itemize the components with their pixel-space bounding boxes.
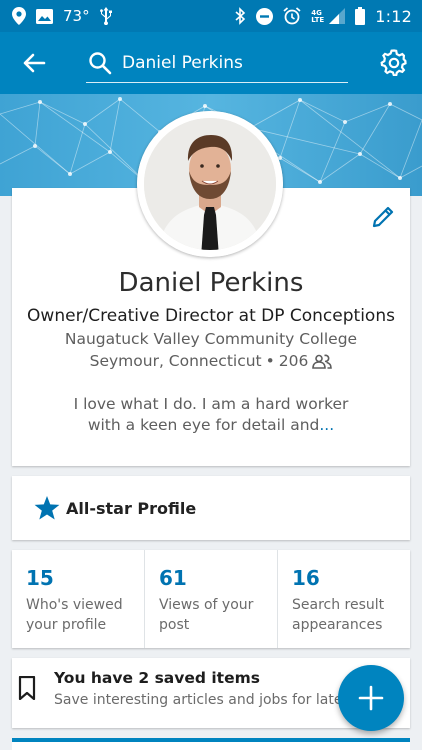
bookmark-icon [18,676,36,700]
stat-label-line: your profile [26,617,107,633]
search-input-value[interactable]: Daniel Perkins [122,53,243,73]
stat-number: 15 [26,566,54,590]
clock-text: 1:12 [375,6,412,26]
connections-icon[interactable] [312,354,333,369]
profile-name: Daniel Perkins [118,268,304,298]
stat-number: 61 [159,566,187,590]
stat-label-line: Views of your [159,597,254,613]
usb-icon [99,7,112,25]
saved-items-title: You have 2 saved items [54,669,260,687]
connections-count[interactable]: 206 [279,352,309,370]
stat-profile-views[interactable]: 15 Who's viewed your profile [12,550,144,648]
bluetooth-icon [235,7,246,25]
summary-line-2: with a keen eye for detail and [87,416,320,434]
search-icon [89,52,112,75]
summary-line-1: I love what I do. I am a hard worker [73,395,349,413]
gear-icon[interactable] [380,48,408,76]
allstar-label: All-star Profile [66,498,197,518]
stat-number: 16 [292,566,320,590]
star-icon [34,495,60,519]
stat-label-line: appearances [292,617,383,633]
separator-dot: • [265,352,275,370]
stat-label-line: Who's viewed [26,597,123,613]
stat-search-appearances[interactable]: 16 Search result appearances [277,550,410,648]
app-bar: Daniel Perkins [0,32,422,94]
network-type: 4G LTE [311,9,325,24]
profile-school: Naugatuck Valley Community College [64,330,358,348]
profile-headline: Owner/Creative Director at DP Conception… [27,306,395,326]
battery-icon [355,7,366,25]
profile-summary[interactable]: I love what I do. I am a hard worker wit… [12,394,410,436]
next-card-edge [12,738,410,750]
temperature-text: 73° [63,7,90,25]
do-not-disturb-icon [256,7,274,25]
profile-avatar[interactable] [137,111,283,257]
profile-location-row: Seymour, Connecticut • 206 [12,352,410,370]
saved-items-subtitle: Save interesting articles and jobs for l… [54,692,349,708]
stat-post-views[interactable]: 61 Views of your post [144,550,277,648]
stat-label-line: Search result [292,597,385,613]
signal-icon [329,8,346,24]
allstar-profile-card[interactable]: All-star Profile [12,476,410,540]
back-arrow-icon[interactable] [20,49,48,77]
stat-label: Who's viewed your profile [26,595,144,635]
status-bar: 73° 4G LTE 1:12 [0,0,422,32]
image-icon [36,8,53,24]
stat-label: Search result appearances [292,595,410,635]
compose-fab-button[interactable] [338,665,404,731]
location-icon [12,7,26,25]
search-field[interactable]: Daniel Perkins [86,44,348,83]
alarm-icon [283,7,301,25]
profile-location: Seymour, Connecticut [89,352,262,370]
edit-pencil-icon[interactable] [370,204,396,230]
summary-more-link[interactable]: ... [319,416,334,434]
plus-icon [358,685,384,711]
stat-label-line: post [159,617,190,633]
stat-label: Views of your post [159,595,277,635]
stats-card: 15 Who's viewed your profile 61 Views of… [12,550,410,648]
